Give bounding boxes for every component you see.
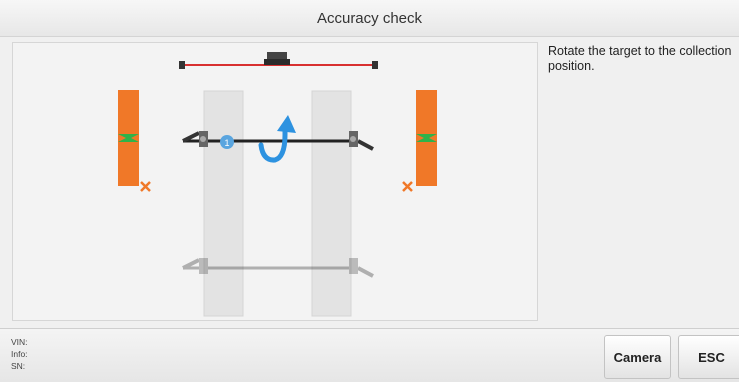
left-runway: [203, 90, 244, 317]
vehicle-info: VIN: Info: SN:: [11, 336, 28, 372]
window-title: Accuracy check: [316, 9, 423, 27]
diagram-panel: 1: [12, 42, 538, 321]
sn-label: SN:: [11, 361, 26, 371]
right-runway: [311, 90, 352, 317]
step-number: 1: [224, 138, 229, 148]
camera-beam: [179, 52, 378, 69]
x-mark-icon: [402, 181, 413, 192]
right-side-target: [416, 90, 437, 186]
footer-bar: VIN: Info: SN: Camera ESC: [0, 328, 739, 382]
info-label: Info:: [11, 349, 28, 359]
left-side-target: [118, 90, 139, 186]
rotate-arrow-icon: [258, 115, 296, 163]
step-badge-icon: 1: [220, 135, 234, 149]
title-bar: Accuracy check: [0, 0, 739, 37]
x-mark-icon: [140, 181, 151, 192]
instruction-text: Rotate the target to the collection posi…: [548, 44, 732, 73]
alignment-diagram: 1: [118, 52, 437, 317]
vin-label: VIN:: [11, 337, 28, 347]
esc-button[interactable]: ESC: [678, 335, 739, 379]
camera-button[interactable]: Camera: [604, 335, 671, 379]
